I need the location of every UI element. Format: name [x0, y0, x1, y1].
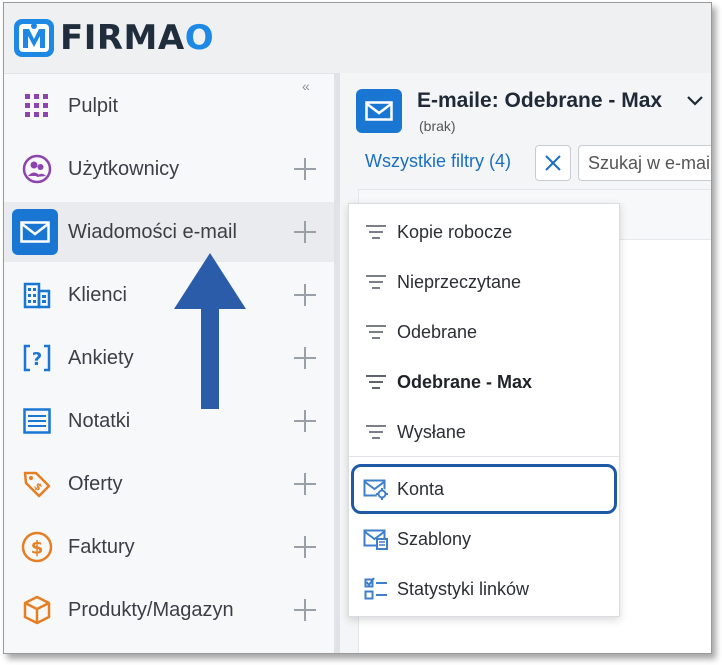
menu-divider — [349, 456, 619, 457]
app-window: FIRMAO « Pulpit Użytkownicy Wiadomości e… — [3, 2, 712, 654]
top-bar: FIRMAO — [4, 3, 711, 73]
add-invoice-button[interactable] — [294, 536, 316, 558]
menu-item-kopie-robocze[interactable]: Kopie robocze — [349, 210, 619, 254]
sidebar-item-faktury[interactable]: $ Faktury — [4, 517, 334, 577]
all-filters-link[interactable]: Wszystkie filtry (4) — [365, 151, 511, 172]
menu-item-nieprzeczytane[interactable]: Nieprzeczytane — [349, 260, 619, 304]
sidebar-item-label: Ankiety — [68, 346, 134, 369]
menu-item-label: Szablony — [397, 528, 472, 549]
sidebar-item-label: Oferty — [68, 472, 123, 495]
sidebar-item-label: Pulpit — [68, 94, 119, 117]
sidebar-item-label: Faktury — [68, 535, 135, 558]
building-icon — [20, 278, 54, 312]
logo-text: FIRMAO — [60, 18, 215, 58]
add-offer-button[interactable] — [294, 473, 316, 495]
dollar-icon: $ — [20, 530, 54, 564]
sidebar-item-produkty-magazyn[interactable]: Produkty/Magazyn — [4, 580, 334, 640]
notes-icon — [20, 404, 54, 438]
add-email-button[interactable] — [294, 221, 316, 243]
search-input[interactable] — [578, 145, 711, 181]
users-icon — [20, 152, 54, 186]
menu-item-label: Odebrane — [397, 321, 478, 342]
sidebar-item-label: Klienci — [68, 283, 127, 306]
firmao-logo[interactable]: FIRMAO — [12, 17, 214, 59]
menu-item-wyslane[interactable]: Wysłane — [349, 410, 619, 454]
grid-icon — [20, 89, 54, 123]
arrow-up-annotation-icon — [174, 253, 246, 409]
filter-icon — [363, 369, 389, 395]
menu-item-label: Odebrane - Max — [397, 371, 533, 392]
survey-icon: ? — [20, 341, 54, 375]
add-user-button[interactable] — [294, 158, 316, 180]
add-note-button[interactable] — [294, 410, 316, 432]
page-title[interactable]: E-maile: Odebrane - Max — [417, 89, 662, 113]
sidebar-item-klienci[interactable]: Klienci — [4, 265, 334, 325]
menu-item-statystyki-linkow[interactable]: Statystyki linków — [349, 567, 619, 611]
menu-item-odebrane-max[interactable]: Odebrane - Max — [349, 360, 619, 404]
logo-mark-icon — [14, 19, 54, 57]
menu-item-odebrane[interactable]: Odebrane — [349, 310, 619, 354]
box-icon — [20, 593, 54, 627]
sidebar-item-uzytkownicy[interactable]: Użytkownicy — [4, 139, 334, 199]
close-icon — [545, 155, 561, 171]
sidebar-item-notatki[interactable]: Notatki — [4, 391, 334, 451]
email-module-icon — [356, 89, 402, 133]
menu-item-label: Wysłane — [397, 421, 466, 442]
checklist-icon — [363, 576, 389, 602]
filters-dropdown-menu: Kopie robocze Nieprzeczytane Odebrane Od… — [348, 203, 620, 617]
sidebar-item-oferty[interactable]: $ Oferty — [4, 454, 334, 514]
menu-item-label: Statystyki linków — [397, 578, 530, 599]
page-subtitle: (brak) — [419, 118, 456, 134]
sidebar-item-label: Produkty/Magazyn — [68, 598, 234, 621]
add-client-button[interactable] — [294, 284, 316, 306]
sidebar: « Pulpit Użytkownicy Wiadomości e-mail K… — [4, 73, 334, 653]
menu-item-label: Kopie robocze — [397, 221, 513, 242]
filter-icon — [363, 319, 389, 345]
filter-icon — [363, 269, 389, 295]
svg-text:?: ? — [32, 349, 42, 370]
clear-filters-button[interactable] — [535, 145, 571, 181]
sidebar-item-label: Użytkownicy — [68, 157, 180, 180]
filter-icon — [363, 419, 389, 445]
mail-icon — [12, 209, 58, 255]
mail-template-icon — [363, 526, 389, 552]
sidebar-item-wiadomosci-email[interactable]: Wiadomości e-mail — [4, 202, 334, 262]
konta-highlight-annotation — [351, 464, 617, 514]
filter-icon — [363, 219, 389, 245]
add-survey-button[interactable] — [294, 347, 316, 369]
tag-icon: $ — [20, 467, 54, 501]
add-product-button[interactable] — [294, 599, 316, 621]
sidebar-item-label: Notatki — [68, 409, 131, 432]
menu-item-szablony[interactable]: Szablony — [349, 517, 619, 561]
chevron-down-icon[interactable] — [685, 91, 705, 111]
svg-text:$: $ — [31, 538, 44, 559]
sidebar-item-ankiety[interactable]: ? Ankiety — [4, 328, 334, 388]
menu-item-label: Nieprzeczytane — [397, 271, 522, 292]
sidebar-item-pulpit[interactable]: Pulpit — [4, 76, 334, 136]
sidebar-item-label: Wiadomości e-mail — [68, 220, 237, 243]
